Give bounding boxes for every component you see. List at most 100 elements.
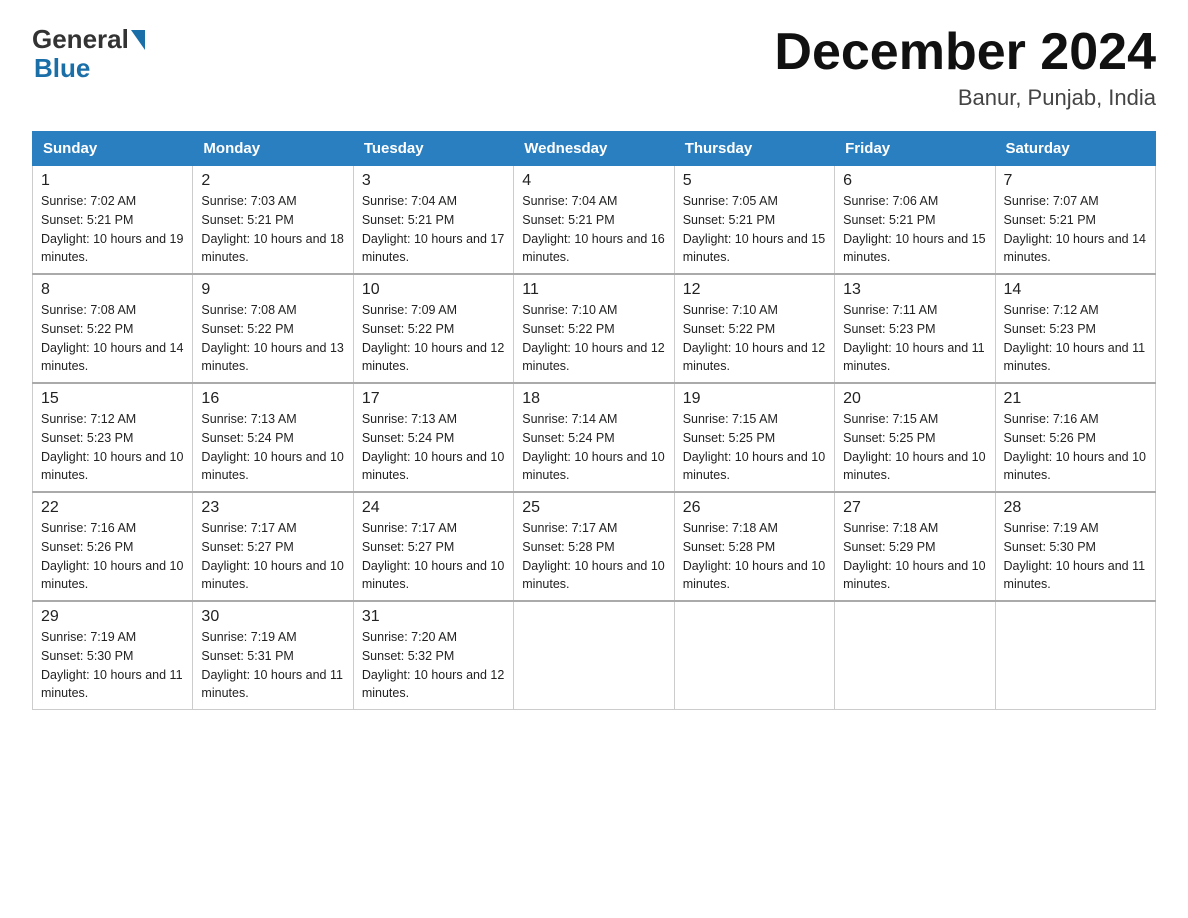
day-number: 28 [1004, 499, 1147, 517]
day-number: 4 [522, 172, 665, 190]
day-number: 14 [1004, 281, 1147, 299]
day-number: 29 [41, 608, 184, 626]
calendar-week-row: 22 Sunrise: 7:16 AMSunset: 5:26 PMDaylig… [33, 492, 1156, 601]
day-number: 10 [362, 281, 505, 299]
header-saturday: Saturday [995, 132, 1155, 166]
calendar-day-cell [995, 601, 1155, 710]
day-info: Sunrise: 7:04 AMSunset: 5:21 PMDaylight:… [522, 194, 664, 264]
calendar-header-row: Sunday Monday Tuesday Wednesday Thursday… [33, 132, 1156, 166]
calendar-day-cell: 18 Sunrise: 7:14 AMSunset: 5:24 PMDaylig… [514, 383, 674, 492]
day-number: 11 [522, 281, 665, 299]
day-number: 25 [522, 499, 665, 517]
day-number: 24 [362, 499, 505, 517]
day-number: 23 [201, 499, 344, 517]
day-info: Sunrise: 7:17 AMSunset: 5:27 PMDaylight:… [201, 521, 343, 591]
page-header: General Blue December 2024 Banur, Punjab… [32, 24, 1156, 111]
calendar-day-cell: 28 Sunrise: 7:19 AMSunset: 5:30 PMDaylig… [995, 492, 1155, 601]
day-info: Sunrise: 7:13 AMSunset: 5:24 PMDaylight:… [201, 412, 343, 482]
day-info: Sunrise: 7:17 AMSunset: 5:27 PMDaylight:… [362, 521, 504, 591]
day-info: Sunrise: 7:11 AMSunset: 5:23 PMDaylight:… [843, 303, 985, 373]
day-number: 30 [201, 608, 344, 626]
day-info: Sunrise: 7:19 AMSunset: 5:31 PMDaylight:… [201, 630, 343, 700]
calendar-day-cell: 24 Sunrise: 7:17 AMSunset: 5:27 PMDaylig… [353, 492, 513, 601]
calendar-day-cell: 19 Sunrise: 7:15 AMSunset: 5:25 PMDaylig… [674, 383, 834, 492]
day-info: Sunrise: 7:05 AMSunset: 5:21 PMDaylight:… [683, 194, 825, 264]
day-number: 18 [522, 390, 665, 408]
day-info: Sunrise: 7:09 AMSunset: 5:22 PMDaylight:… [362, 303, 504, 373]
calendar-day-cell: 17 Sunrise: 7:13 AMSunset: 5:24 PMDaylig… [353, 383, 513, 492]
calendar-day-cell: 27 Sunrise: 7:18 AMSunset: 5:29 PMDaylig… [835, 492, 995, 601]
calendar-day-cell: 3 Sunrise: 7:04 AMSunset: 5:21 PMDayligh… [353, 166, 513, 275]
day-info: Sunrise: 7:12 AMSunset: 5:23 PMDaylight:… [41, 412, 183, 482]
day-info: Sunrise: 7:16 AMSunset: 5:26 PMDaylight:… [41, 521, 183, 591]
header-thursday: Thursday [674, 132, 834, 166]
day-info: Sunrise: 7:18 AMSunset: 5:28 PMDaylight:… [683, 521, 825, 591]
header-wednesday: Wednesday [514, 132, 674, 166]
calendar-day-cell: 26 Sunrise: 7:18 AMSunset: 5:28 PMDaylig… [674, 492, 834, 601]
day-number: 15 [41, 390, 184, 408]
calendar-week-row: 15 Sunrise: 7:12 AMSunset: 5:23 PMDaylig… [33, 383, 1156, 492]
day-number: 9 [201, 281, 344, 299]
day-info: Sunrise: 7:10 AMSunset: 5:22 PMDaylight:… [683, 303, 825, 373]
day-info: Sunrise: 7:04 AMSunset: 5:21 PMDaylight:… [362, 194, 504, 264]
day-info: Sunrise: 7:12 AMSunset: 5:23 PMDaylight:… [1004, 303, 1146, 373]
calendar-week-row: 8 Sunrise: 7:08 AMSunset: 5:22 PMDayligh… [33, 274, 1156, 383]
day-number: 21 [1004, 390, 1147, 408]
header-tuesday: Tuesday [353, 132, 513, 166]
calendar-week-row: 1 Sunrise: 7:02 AMSunset: 5:21 PMDayligh… [33, 166, 1156, 275]
day-number: 27 [843, 499, 986, 517]
day-number: 13 [843, 281, 986, 299]
calendar-day-cell: 29 Sunrise: 7:19 AMSunset: 5:30 PMDaylig… [33, 601, 193, 710]
day-number: 6 [843, 172, 986, 190]
calendar-day-cell: 13 Sunrise: 7:11 AMSunset: 5:23 PMDaylig… [835, 274, 995, 383]
day-info: Sunrise: 7:03 AMSunset: 5:21 PMDaylight:… [201, 194, 343, 264]
day-info: Sunrise: 7:06 AMSunset: 5:21 PMDaylight:… [843, 194, 985, 264]
calendar-day-cell: 20 Sunrise: 7:15 AMSunset: 5:25 PMDaylig… [835, 383, 995, 492]
day-info: Sunrise: 7:19 AMSunset: 5:30 PMDaylight:… [1004, 521, 1146, 591]
day-info: Sunrise: 7:18 AMSunset: 5:29 PMDaylight:… [843, 521, 985, 591]
day-number: 22 [41, 499, 184, 517]
header-sunday: Sunday [33, 132, 193, 166]
day-info: Sunrise: 7:07 AMSunset: 5:21 PMDaylight:… [1004, 194, 1146, 264]
day-info: Sunrise: 7:13 AMSunset: 5:24 PMDaylight:… [362, 412, 504, 482]
day-number: 7 [1004, 172, 1147, 190]
day-number: 19 [683, 390, 826, 408]
day-info: Sunrise: 7:15 AMSunset: 5:25 PMDaylight:… [683, 412, 825, 482]
day-info: Sunrise: 7:17 AMSunset: 5:28 PMDaylight:… [522, 521, 664, 591]
calendar-table: Sunday Monday Tuesday Wednesday Thursday… [32, 131, 1156, 710]
calendar-day-cell: 2 Sunrise: 7:03 AMSunset: 5:21 PMDayligh… [193, 166, 353, 275]
calendar-subtitle: Banur, Punjab, India [774, 85, 1156, 111]
calendar-day-cell: 6 Sunrise: 7:06 AMSunset: 5:21 PMDayligh… [835, 166, 995, 275]
logo-general-text: General [32, 24, 129, 55]
day-number: 3 [362, 172, 505, 190]
calendar-day-cell: 8 Sunrise: 7:08 AMSunset: 5:22 PMDayligh… [33, 274, 193, 383]
day-info: Sunrise: 7:14 AMSunset: 5:24 PMDaylight:… [522, 412, 664, 482]
calendar-day-cell: 1 Sunrise: 7:02 AMSunset: 5:21 PMDayligh… [33, 166, 193, 275]
day-info: Sunrise: 7:20 AMSunset: 5:32 PMDaylight:… [362, 630, 504, 700]
day-number: 20 [843, 390, 986, 408]
calendar-day-cell: 9 Sunrise: 7:08 AMSunset: 5:22 PMDayligh… [193, 274, 353, 383]
day-info: Sunrise: 7:19 AMSunset: 5:30 PMDaylight:… [41, 630, 183, 700]
calendar-day-cell: 11 Sunrise: 7:10 AMSunset: 5:22 PMDaylig… [514, 274, 674, 383]
day-number: 26 [683, 499, 826, 517]
day-info: Sunrise: 7:10 AMSunset: 5:22 PMDaylight:… [522, 303, 664, 373]
calendar-day-cell [835, 601, 995, 710]
day-info: Sunrise: 7:16 AMSunset: 5:26 PMDaylight:… [1004, 412, 1146, 482]
logo-blue-text: Blue [34, 53, 90, 84]
logo: General Blue [32, 24, 146, 84]
calendar-day-cell: 31 Sunrise: 7:20 AMSunset: 5:32 PMDaylig… [353, 601, 513, 710]
title-block: December 2024 Banur, Punjab, India [774, 24, 1156, 111]
calendar-day-cell: 22 Sunrise: 7:16 AMSunset: 5:26 PMDaylig… [33, 492, 193, 601]
day-info: Sunrise: 7:15 AMSunset: 5:25 PMDaylight:… [843, 412, 985, 482]
day-number: 16 [201, 390, 344, 408]
day-number: 17 [362, 390, 505, 408]
day-number: 8 [41, 281, 184, 299]
day-number: 12 [683, 281, 826, 299]
day-number: 31 [362, 608, 505, 626]
header-friday: Friday [835, 132, 995, 166]
calendar-day-cell: 23 Sunrise: 7:17 AMSunset: 5:27 PMDaylig… [193, 492, 353, 601]
day-info: Sunrise: 7:08 AMSunset: 5:22 PMDaylight:… [41, 303, 183, 373]
day-info: Sunrise: 7:08 AMSunset: 5:22 PMDaylight:… [201, 303, 343, 373]
calendar-day-cell: 21 Sunrise: 7:16 AMSunset: 5:26 PMDaylig… [995, 383, 1155, 492]
calendar-week-row: 29 Sunrise: 7:19 AMSunset: 5:30 PMDaylig… [33, 601, 1156, 710]
